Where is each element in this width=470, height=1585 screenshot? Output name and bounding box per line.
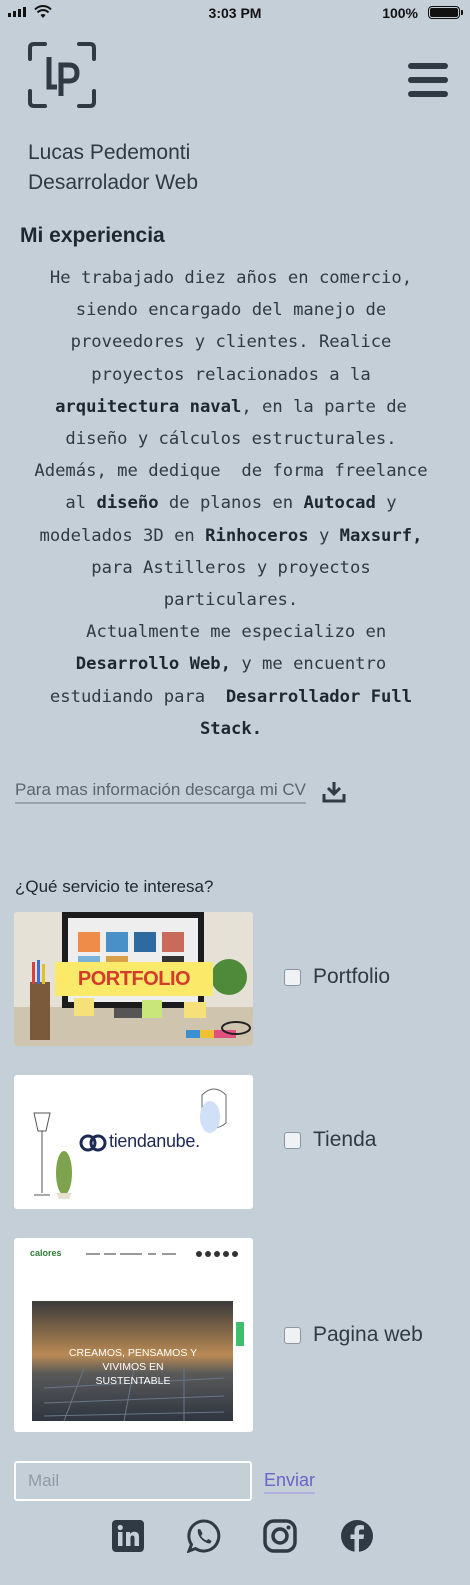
- experience-line: diseño y cálculos estructurales.: [8, 423, 454, 455]
- experience-bold-text: arquitectura naval: [55, 396, 242, 417]
- battery-icon: [428, 6, 463, 19]
- portfolio-checkbox[interactable]: [284, 968, 301, 986]
- experience-text-segment: proveedores y clientes. Realice: [70, 332, 392, 353]
- experience-line: Actualmente me especializo en: [8, 616, 454, 648]
- experience-bold-text: Desarrollador Full: [225, 686, 413, 707]
- status-bar: 3:03 PM 100%: [0, 0, 470, 26]
- experience-text-segment: y: [375, 493, 397, 514]
- experience-bold-text: diseño: [96, 493, 159, 514]
- cv-download-link[interactable]: Para mas información descarga mi CV: [15, 780, 307, 804]
- experience-text-segment: Además, me dedique de forma freelance: [34, 461, 428, 482]
- experience-text-segment: al: [65, 493, 97, 514]
- experience-text-segment: Actualmente me especializo en: [75, 622, 387, 643]
- portfolio-banner: PORTFOLIO: [55, 962, 213, 996]
- experience-title: Mi experiencia: [20, 224, 165, 247]
- pagina-web-image: calores CREAMOS, PENSAMOS Y VIVIMOS EN S…: [14, 1238, 253, 1432]
- send-button[interactable]: Enviar: [264, 1470, 316, 1494]
- experience-line: Stack.: [8, 713, 454, 745]
- experience-line: al diseño de planos en Autocad y: [8, 487, 454, 519]
- pagina-web-label: Pagina web: [313, 1323, 423, 1346]
- experience-line: proyectos relacionados a la: [8, 359, 454, 391]
- tienda-image: tiendanube.: [14, 1075, 253, 1209]
- experience-text-segment: diseño y cálculos estructurales.: [65, 429, 397, 450]
- experience-text-segment: de planos en: [158, 493, 304, 514]
- experience-line: modelados 3D en Rinhoceros y Maxsurf,: [8, 520, 454, 552]
- tienda-checkbox[interactable]: [284, 1131, 301, 1149]
- tienda-label: Tienda: [313, 1128, 377, 1151]
- experience-text-segment: , en la parte de: [241, 396, 407, 417]
- hamburger-menu-icon[interactable]: [408, 63, 448, 97]
- instagram-icon[interactable]: [263, 1519, 297, 1553]
- experience-text-segment: estudiando para: [49, 686, 226, 707]
- experience-line: para Astilleros y proyectos: [8, 552, 454, 584]
- experience-text-segment: modelados 3D en: [39, 525, 206, 546]
- experience-line: estudiando para Desarrollador Full: [8, 681, 454, 713]
- whatsapp-icon[interactable]: [187, 1519, 221, 1553]
- option-tienda[interactable]: Tienda: [284, 1128, 376, 1152]
- pagina-web-hero-text: CREAMOS, PENSAMOS Y VIVIMOS EN SUSTENTAB…: [68, 1347, 198, 1387]
- profile-block: Lucas Pedemonti Desarrolador Web: [28, 138, 198, 198]
- experience-text-segment: particulares.: [163, 590, 299, 611]
- lp-logo-icon[interactable]: [27, 41, 97, 109]
- download-icon[interactable]: [322, 780, 346, 804]
- experience-line: arquitectura naval, en la parte de: [8, 391, 454, 423]
- experience-bold-text: Maxsurf,: [339, 525, 423, 546]
- experience-text-segment: y: [308, 525, 340, 546]
- tiendanube-logo-text: tiendanube.: [109, 1131, 200, 1151]
- experience-bold-text: Desarrollo Web,: [75, 654, 231, 675]
- experience-text-segment: para Astilleros y proyectos: [91, 557, 371, 578]
- experience-text-segment: proyectos relacionados a la: [91, 364, 371, 385]
- option-pagina-web[interactable]: Pagina web: [284, 1323, 423, 1347]
- experience-text: He trabajado diez años en comercio, siend…: [8, 262, 454, 745]
- experience-text-segment: siendo encargado del manejo de: [75, 300, 387, 321]
- option-portfolio[interactable]: Portfolio: [284, 965, 390, 989]
- experience-bold-text: Autocad: [303, 493, 376, 514]
- linkedin-icon[interactable]: [111, 1519, 145, 1553]
- profile-name: Lucas Pedemonti: [28, 141, 191, 164]
- facebook-icon[interactable]: [340, 1519, 374, 1553]
- portfolio-image: PORTFOLIO: [14, 912, 253, 1046]
- experience-text-segment: He trabajado diez años en comercio,: [49, 268, 413, 288]
- service-question: ¿Qué servicio te interesa?: [15, 877, 214, 896]
- cv-download-row: Para mas información descarga mi CV: [15, 780, 346, 804]
- mail-input[interactable]: [14, 1461, 252, 1501]
- profile-role: Desarrolador Web: [28, 171, 199, 194]
- experience-text-segment: y me encuentro: [231, 654, 387, 675]
- pagina-web-checkbox[interactable]: [284, 1326, 301, 1344]
- experience-bold-text: Stack.: [199, 718, 263, 739]
- battery-percentage: 100%: [382, 5, 418, 21]
- experience-line: Además, me dedique de forma freelance: [8, 455, 454, 487]
- experience-line: siendo encargado del manejo de: [8, 294, 454, 326]
- experience-bold-text: Rinhoceros: [205, 525, 309, 546]
- portfolio-label: Portfolio: [313, 965, 391, 988]
- experience-line: particulares.: [8, 584, 454, 616]
- experience-line: Desarrollo Web, y me encuentro: [8, 648, 454, 680]
- experience-line: proveedores y clientes. Realice: [8, 326, 454, 358]
- experience-line: He trabajado diez años en comercio,: [8, 262, 454, 294]
